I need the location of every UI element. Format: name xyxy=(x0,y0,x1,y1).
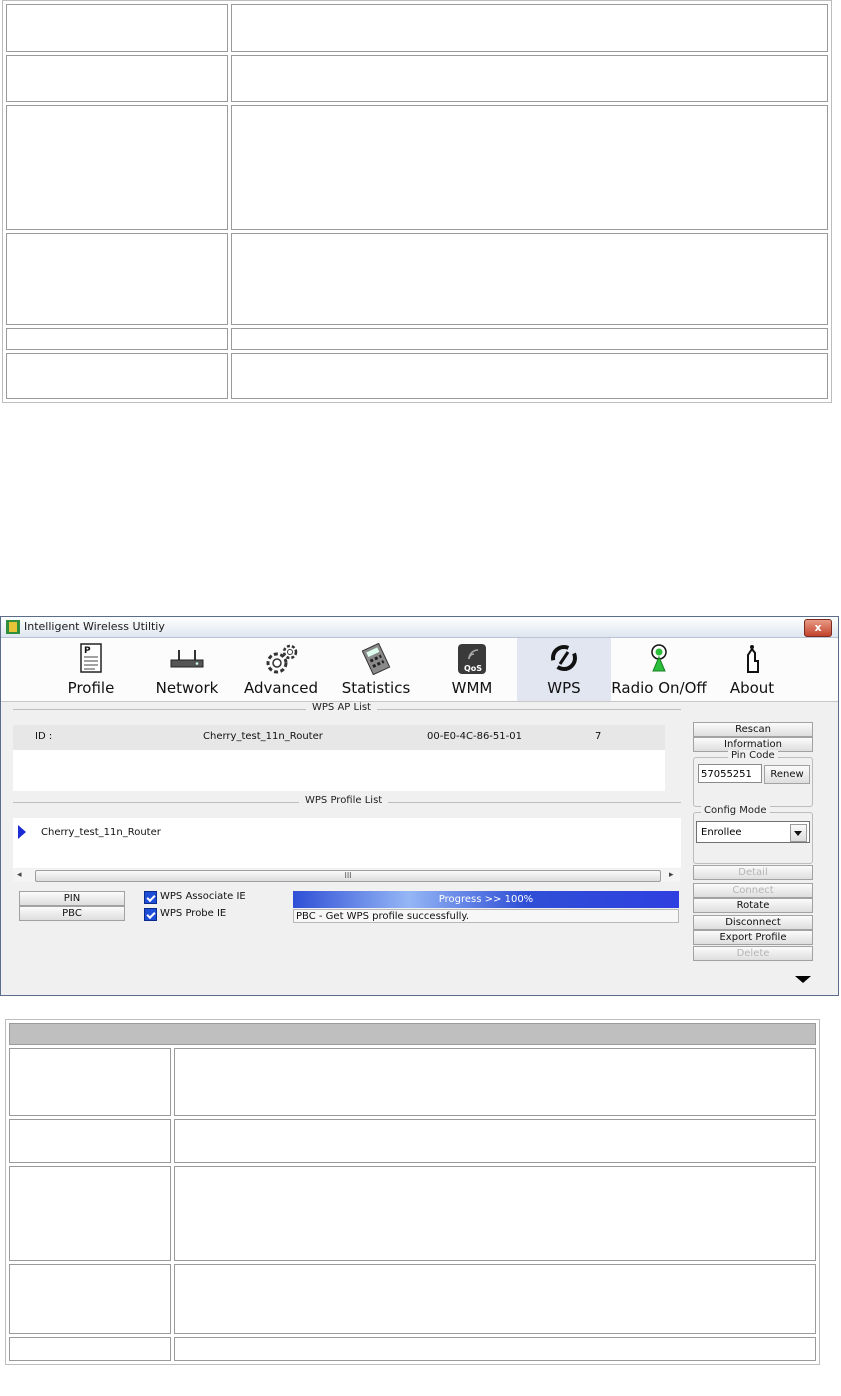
doc-cell xyxy=(9,1048,171,1116)
tab-radio-on-off[interactable]: Radio On/Off xyxy=(609,638,709,701)
tab-label: Advanced xyxy=(243,679,319,697)
checkbox-checked-icon xyxy=(144,908,157,921)
tab-about[interactable]: About xyxy=(717,638,787,701)
doc-cell xyxy=(231,105,828,230)
tab-statistics[interactable]: Statistics xyxy=(335,638,417,701)
doc-cell xyxy=(174,1337,816,1361)
doc-cell xyxy=(9,1166,171,1261)
checkbox-label: WPS Probe IE xyxy=(160,908,227,919)
svg-text:QoS: QoS xyxy=(464,664,482,673)
router-icon xyxy=(169,648,205,674)
app-window: Intelligent Wireless Utiltiy x P Profile… xyxy=(0,616,839,996)
wps-profile-list[interactable]: Cherry_test_11n_Router xyxy=(13,818,681,868)
scroll-right-icon[interactable]: ▸ xyxy=(669,870,674,880)
wps-ap-list-title: WPS AP List xyxy=(306,702,377,713)
window-title: Intelligent Wireless Utiltiy xyxy=(24,620,165,633)
rescan-button[interactable]: Rescan xyxy=(693,722,813,737)
ap-ssid: Cherry_test_11n_Router xyxy=(203,731,323,742)
rotate-button[interactable]: Rotate xyxy=(693,898,813,913)
detail-button[interactable]: Detail xyxy=(693,865,813,880)
config-mode-value: Enrollee xyxy=(701,827,742,838)
doc-cell xyxy=(174,1166,816,1261)
delete-button[interactable]: Delete xyxy=(693,946,813,961)
ap-id-label: ID : xyxy=(35,731,53,742)
doc-cell xyxy=(231,233,828,325)
gears-icon xyxy=(263,643,299,679)
connect-button[interactable]: Connect xyxy=(693,883,813,898)
config-mode-select[interactable]: Enrollee xyxy=(696,821,810,843)
pbc-button[interactable]: PBC xyxy=(19,906,125,921)
export-profile-button[interactable]: Export Profile xyxy=(693,930,813,945)
doc-cell xyxy=(174,1264,816,1334)
pin-code-field[interactable]: 57055251 xyxy=(698,764,762,783)
more-arrow-icon[interactable] xyxy=(795,976,811,983)
doc-cell xyxy=(6,328,228,350)
calculator-icon xyxy=(361,642,391,679)
ap-channel: 7 xyxy=(595,731,602,742)
scroll-thumb[interactable]: III xyxy=(35,870,661,882)
wps-profile-list-title: WPS Profile List xyxy=(299,795,389,806)
tab-label: WMM xyxy=(451,679,493,697)
doc-cell xyxy=(9,1337,171,1361)
config-mode-legend: Config Mode xyxy=(701,805,770,816)
doc-cell xyxy=(6,105,228,230)
pin-button[interactable]: PIN xyxy=(19,891,125,906)
table-row[interactable]: ID : Cherry_test_11n_Router 00-E0-4C-86-… xyxy=(13,725,665,750)
wps-panel: WPS AP List ID : Cherry_test_11n_Router … xyxy=(1,702,838,995)
tab-label: Statistics xyxy=(341,679,411,697)
chevron-down-icon[interactable] xyxy=(790,824,807,842)
tab-label: Profile xyxy=(67,679,115,697)
progress-bar: Progress >> 100% xyxy=(293,891,679,908)
doc-cell xyxy=(6,4,228,52)
svg-text:P: P xyxy=(84,646,91,656)
app-icon xyxy=(6,620,20,634)
doc-table-bottom xyxy=(5,1019,820,1365)
doc-cell xyxy=(6,233,228,325)
status-message: PBC - Get WPS profile successfully. xyxy=(293,909,679,923)
tab-label: Network xyxy=(155,679,219,697)
checkbox-label: WPS Associate IE xyxy=(160,891,246,902)
tab-label: WPS xyxy=(547,679,581,697)
horizontal-scrollbar[interactable]: ◂ III ▸ xyxy=(13,869,680,882)
doc-cell xyxy=(6,353,228,399)
radio-icon xyxy=(648,643,670,679)
wps-ap-list[interactable]: ID : Cherry_test_11n_Router 00-E0-4C-86-… xyxy=(13,725,665,791)
doc-cell xyxy=(231,4,828,52)
toolbar: P Profile Network Advanced Statistics Qo… xyxy=(1,638,838,702)
doc-cell xyxy=(6,55,228,102)
wps-icon xyxy=(549,643,579,677)
doc-cell xyxy=(9,1264,171,1334)
pin-code-legend: Pin Code xyxy=(728,750,778,761)
doc-cell xyxy=(231,353,828,399)
tab-advanced[interactable]: Advanced xyxy=(241,638,321,701)
profile-icon: P xyxy=(80,643,102,677)
tab-profile[interactable]: P Profile xyxy=(56,638,126,701)
tab-label: About xyxy=(729,679,775,697)
doc-cell xyxy=(174,1048,816,1116)
title-bar[interactable]: Intelligent Wireless Utiltiy x xyxy=(1,617,838,638)
tab-wmm[interactable]: QoS WMM xyxy=(437,638,507,701)
close-button[interactable]: x xyxy=(804,619,832,637)
doc-header-cell xyxy=(9,1023,816,1045)
doc-cell xyxy=(231,328,828,350)
about-icon xyxy=(742,643,762,679)
progress-text: Progress >> 100% xyxy=(438,894,534,905)
selected-marker-icon xyxy=(18,825,26,839)
doc-cell xyxy=(9,1119,171,1163)
ap-mac: 00-E0-4C-86-51-01 xyxy=(427,731,522,742)
disconnect-button[interactable]: Disconnect xyxy=(693,915,813,930)
qos-icon: QoS xyxy=(457,643,487,679)
doc-cell xyxy=(231,55,828,102)
scroll-left-icon[interactable]: ◂ xyxy=(17,870,22,880)
renew-button[interactable]: Renew xyxy=(764,765,810,784)
tab-wps[interactable]: WPS xyxy=(517,638,611,701)
doc-cell xyxy=(174,1119,816,1163)
list-item[interactable]: Cherry_test_11n_Router xyxy=(41,827,161,838)
checkbox-checked-icon xyxy=(144,891,157,904)
doc-table-top xyxy=(2,0,832,403)
tab-label: Radio On/Off xyxy=(611,679,707,697)
tab-network[interactable]: Network xyxy=(151,638,223,701)
